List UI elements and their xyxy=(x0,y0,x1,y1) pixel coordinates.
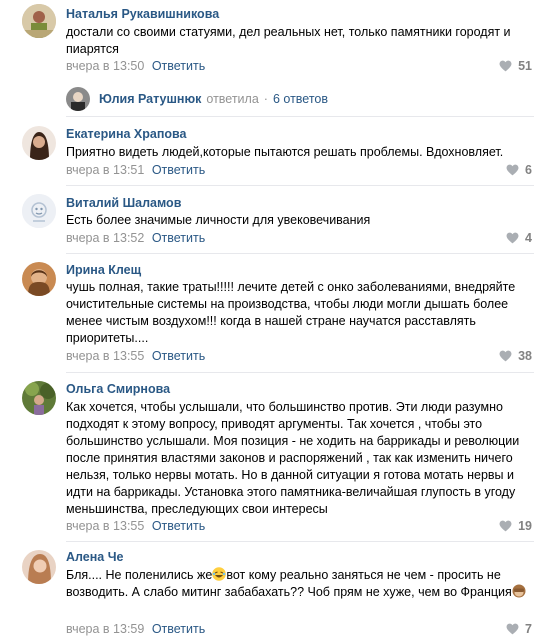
reply-button[interactable]: Ответить xyxy=(152,519,205,533)
author-name[interactable]: Ирина Клещ xyxy=(66,263,141,277)
divider xyxy=(66,541,534,542)
timestamp[interactable]: вчера в 13:51 xyxy=(66,163,144,177)
like-button[interactable]: 19 xyxy=(499,519,532,533)
comment-text: Приятно видеть людей,которые пытаются ре… xyxy=(66,145,504,159)
comment-text: Как хочется, чтобы услышали, что большин… xyxy=(66,400,520,516)
author-name[interactable]: Ольга Смирнова xyxy=(66,382,170,396)
timestamp[interactable]: вчера в 13:59 xyxy=(66,622,144,636)
like-button[interactable]: 38 xyxy=(499,349,532,363)
thread-separator: · xyxy=(263,92,268,106)
divider xyxy=(66,253,534,254)
comment-text: чушь полная, такие траты!!!!! лечите дет… xyxy=(66,280,516,345)
comment-meta: вчера в 13:52 Ответить xyxy=(66,231,205,245)
timestamp[interactable]: вчера в 13:50 xyxy=(66,59,144,73)
divider xyxy=(66,116,534,117)
comment-text-part: Бля.... Не поленились же xyxy=(66,568,213,582)
heart-icon xyxy=(499,60,512,72)
avatar[interactable] xyxy=(66,87,90,111)
see-no-evil-monkey-icon xyxy=(512,584,526,598)
divider xyxy=(66,372,534,373)
comment-meta: вчера в 13:55 Ответить xyxy=(66,519,205,533)
comment-meta: вчера в 13:59 Ответить xyxy=(66,622,205,636)
reply-button[interactable]: Ответить xyxy=(152,59,205,73)
reply-button[interactable]: Ответить xyxy=(152,231,205,245)
laughing-emoji-icon xyxy=(212,567,227,581)
comment-text: Бля.... Не поленились же вот кому реально… xyxy=(66,567,536,601)
reply-button[interactable]: Ответить xyxy=(152,163,205,177)
avatar[interactable] xyxy=(22,126,56,160)
heart-icon xyxy=(506,232,519,244)
like-count: 4 xyxy=(525,231,532,245)
heart-icon xyxy=(499,350,512,362)
comment-text: Есть более значимые личности для увекове… xyxy=(66,213,371,227)
thread-author[interactable]: Юлия Ратушнюк xyxy=(99,92,201,106)
heart-icon xyxy=(499,520,512,532)
author-name[interactable]: Наталья Рукавишникова xyxy=(66,7,219,21)
like-count: 51 xyxy=(518,59,532,73)
heart-icon xyxy=(506,623,519,635)
avatar[interactable] xyxy=(22,4,56,38)
avatar[interactable] xyxy=(22,550,56,584)
reply-button[interactable]: Ответить xyxy=(152,349,205,363)
comment-meta: вчера в 13:50 Ответить xyxy=(66,59,205,73)
author-name[interactable]: Екатерина Храпова xyxy=(66,127,187,141)
author-name[interactable]: Виталий Шаламов xyxy=(66,196,181,210)
comment-meta: вчера в 13:51 Ответить xyxy=(66,163,205,177)
like-count: 6 xyxy=(525,163,532,177)
replies-thread[interactable]: Юлия Ратушнюк ответила · 6 ответов xyxy=(66,87,328,111)
like-button[interactable]: 4 xyxy=(506,231,532,245)
divider xyxy=(66,185,534,186)
avatar[interactable] xyxy=(22,194,56,228)
avatar[interactable] xyxy=(22,262,56,296)
heart-icon xyxy=(506,164,519,176)
timestamp[interactable]: вчера в 13:55 xyxy=(66,349,144,363)
like-button[interactable]: 7 xyxy=(506,622,532,636)
thread-reply-count[interactable]: 6 ответов xyxy=(273,92,328,106)
author-name[interactable]: Алена Че xyxy=(66,550,123,564)
comment-meta: вчера в 13:55 Ответить xyxy=(66,349,205,363)
like-count: 38 xyxy=(518,349,532,363)
timestamp[interactable]: вчера в 13:52 xyxy=(66,231,144,245)
thread-verb: ответила xyxy=(206,92,259,106)
comment-text: достали со своими статуями, дел реальных… xyxy=(66,25,511,56)
like-button[interactable]: 51 xyxy=(499,59,532,73)
like-count: 19 xyxy=(518,519,532,533)
like-button[interactable]: 6 xyxy=(506,163,532,177)
reply-button[interactable]: Ответить xyxy=(152,622,205,636)
timestamp[interactable]: вчера в 13:55 xyxy=(66,519,144,533)
avatar[interactable] xyxy=(22,381,56,415)
like-count: 7 xyxy=(525,622,532,636)
